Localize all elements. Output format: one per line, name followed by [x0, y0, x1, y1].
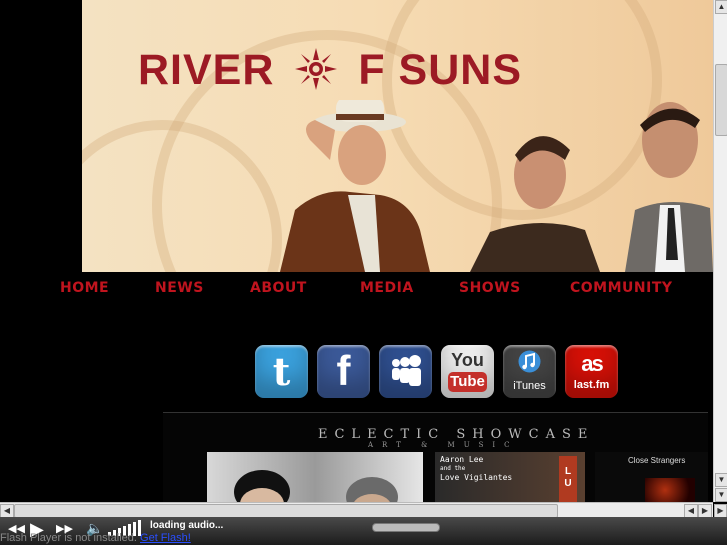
- logo-text-river: RIVER: [138, 46, 275, 94]
- nav-home[interactable]: HOME: [60, 280, 109, 296]
- get-flash-link[interactable]: Get Flash!: [140, 532, 191, 544]
- vertical-scroll-thumb[interactable]: [715, 64, 727, 136]
- showcase-card-close-strangers[interactable]: Close Strangers: [595, 452, 708, 508]
- myspace-people-icon: [392, 355, 421, 386]
- showcase-subtitle: ART & MUSIC: [368, 441, 519, 449]
- eclectic-showcase-panel[interactable]: ECLECTIC SHOWCASE ART & MUSIC Aaron Lee …: [163, 412, 708, 508]
- scroll-down-button[interactable]: ▼: [715, 473, 727, 487]
- theatre-sign-letters: LU: [564, 466, 572, 489]
- flash-notice: Flash Player is not installed. Get Flash…: [0, 532, 191, 544]
- horizontal-scroll-thumb[interactable]: [14, 504, 558, 518]
- showcase-card-photo[interactable]: [207, 452, 423, 508]
- twitter-icon[interactable]: t: [255, 345, 308, 398]
- showcase-photo-art: [234, 470, 398, 508]
- nav-community[interactable]: COMMUNITY: [570, 280, 673, 296]
- nav-media[interactable]: MEDIA: [360, 280, 414, 296]
- band-photo: [280, 100, 713, 272]
- horizontal-scrollbar[interactable]: ◀ ◀ ▶ ▶: [0, 502, 727, 518]
- myspace-icon[interactable]: [379, 345, 432, 398]
- facebook-icon[interactable]: f: [317, 345, 370, 398]
- header-banner: RIVER F SUNS: [82, 0, 713, 272]
- card-aaron-line3: Love Vigilantes: [440, 473, 513, 482]
- nav-about[interactable]: ABOUT: [250, 280, 307, 296]
- card-aaron-line1: Aaron Lee: [440, 455, 484, 464]
- showcase-title: ECLECTIC SHOWCASE: [318, 427, 595, 442]
- player-status: loading audio...: [150, 520, 224, 531]
- showcase-card-aaron-lee[interactable]: Aaron Lee and the Love Vigilantes LU: [435, 452, 585, 508]
- music-note-icon: [518, 350, 541, 373]
- logo-text-suns: F SUNS: [358, 46, 523, 94]
- youtube-icon[interactable]: You Tube: [441, 345, 494, 398]
- lastfm-glyph: as: [581, 351, 603, 376]
- scroll-right-button-2[interactable]: ▶: [714, 504, 727, 518]
- scroll-down-button-2[interactable]: ▼: [715, 488, 727, 502]
- main-nav: HOME NEWS ABOUT MEDIA SHOWS COMMUNITY: [0, 280, 713, 302]
- scroll-right-button[interactable]: ▶: [698, 504, 712, 518]
- sun-logo-icon: [295, 48, 338, 90]
- itunes-icon[interactable]: iTunes: [503, 345, 556, 398]
- audio-player: ◀◀ ▶ ▶▶ 🔈 loading audio... Flash Player …: [0, 517, 727, 545]
- lastfm-icon[interactable]: as last.fm: [565, 345, 618, 398]
- nav-shows[interactable]: SHOWS: [459, 280, 521, 296]
- scroll-left-button-2[interactable]: ◀: [684, 504, 698, 518]
- vertical-scrollbar[interactable]: ▲ ▼ ▼: [713, 0, 727, 502]
- player-seek-handle[interactable]: [372, 523, 440, 532]
- theatre-sign: LU: [559, 456, 577, 508]
- flash-notice-text: Flash Player is not installed.: [0, 532, 137, 544]
- card-aaron-line2: and the: [440, 465, 466, 472]
- scroll-up-button[interactable]: ▲: [715, 0, 727, 14]
- scroll-left-button[interactable]: ◀: [0, 504, 14, 518]
- nav-news[interactable]: NEWS: [155, 280, 204, 296]
- site-logo[interactable]: RIVER F SUNS: [138, 46, 522, 95]
- card-close-strangers-title: Close Strangers: [628, 456, 686, 465]
